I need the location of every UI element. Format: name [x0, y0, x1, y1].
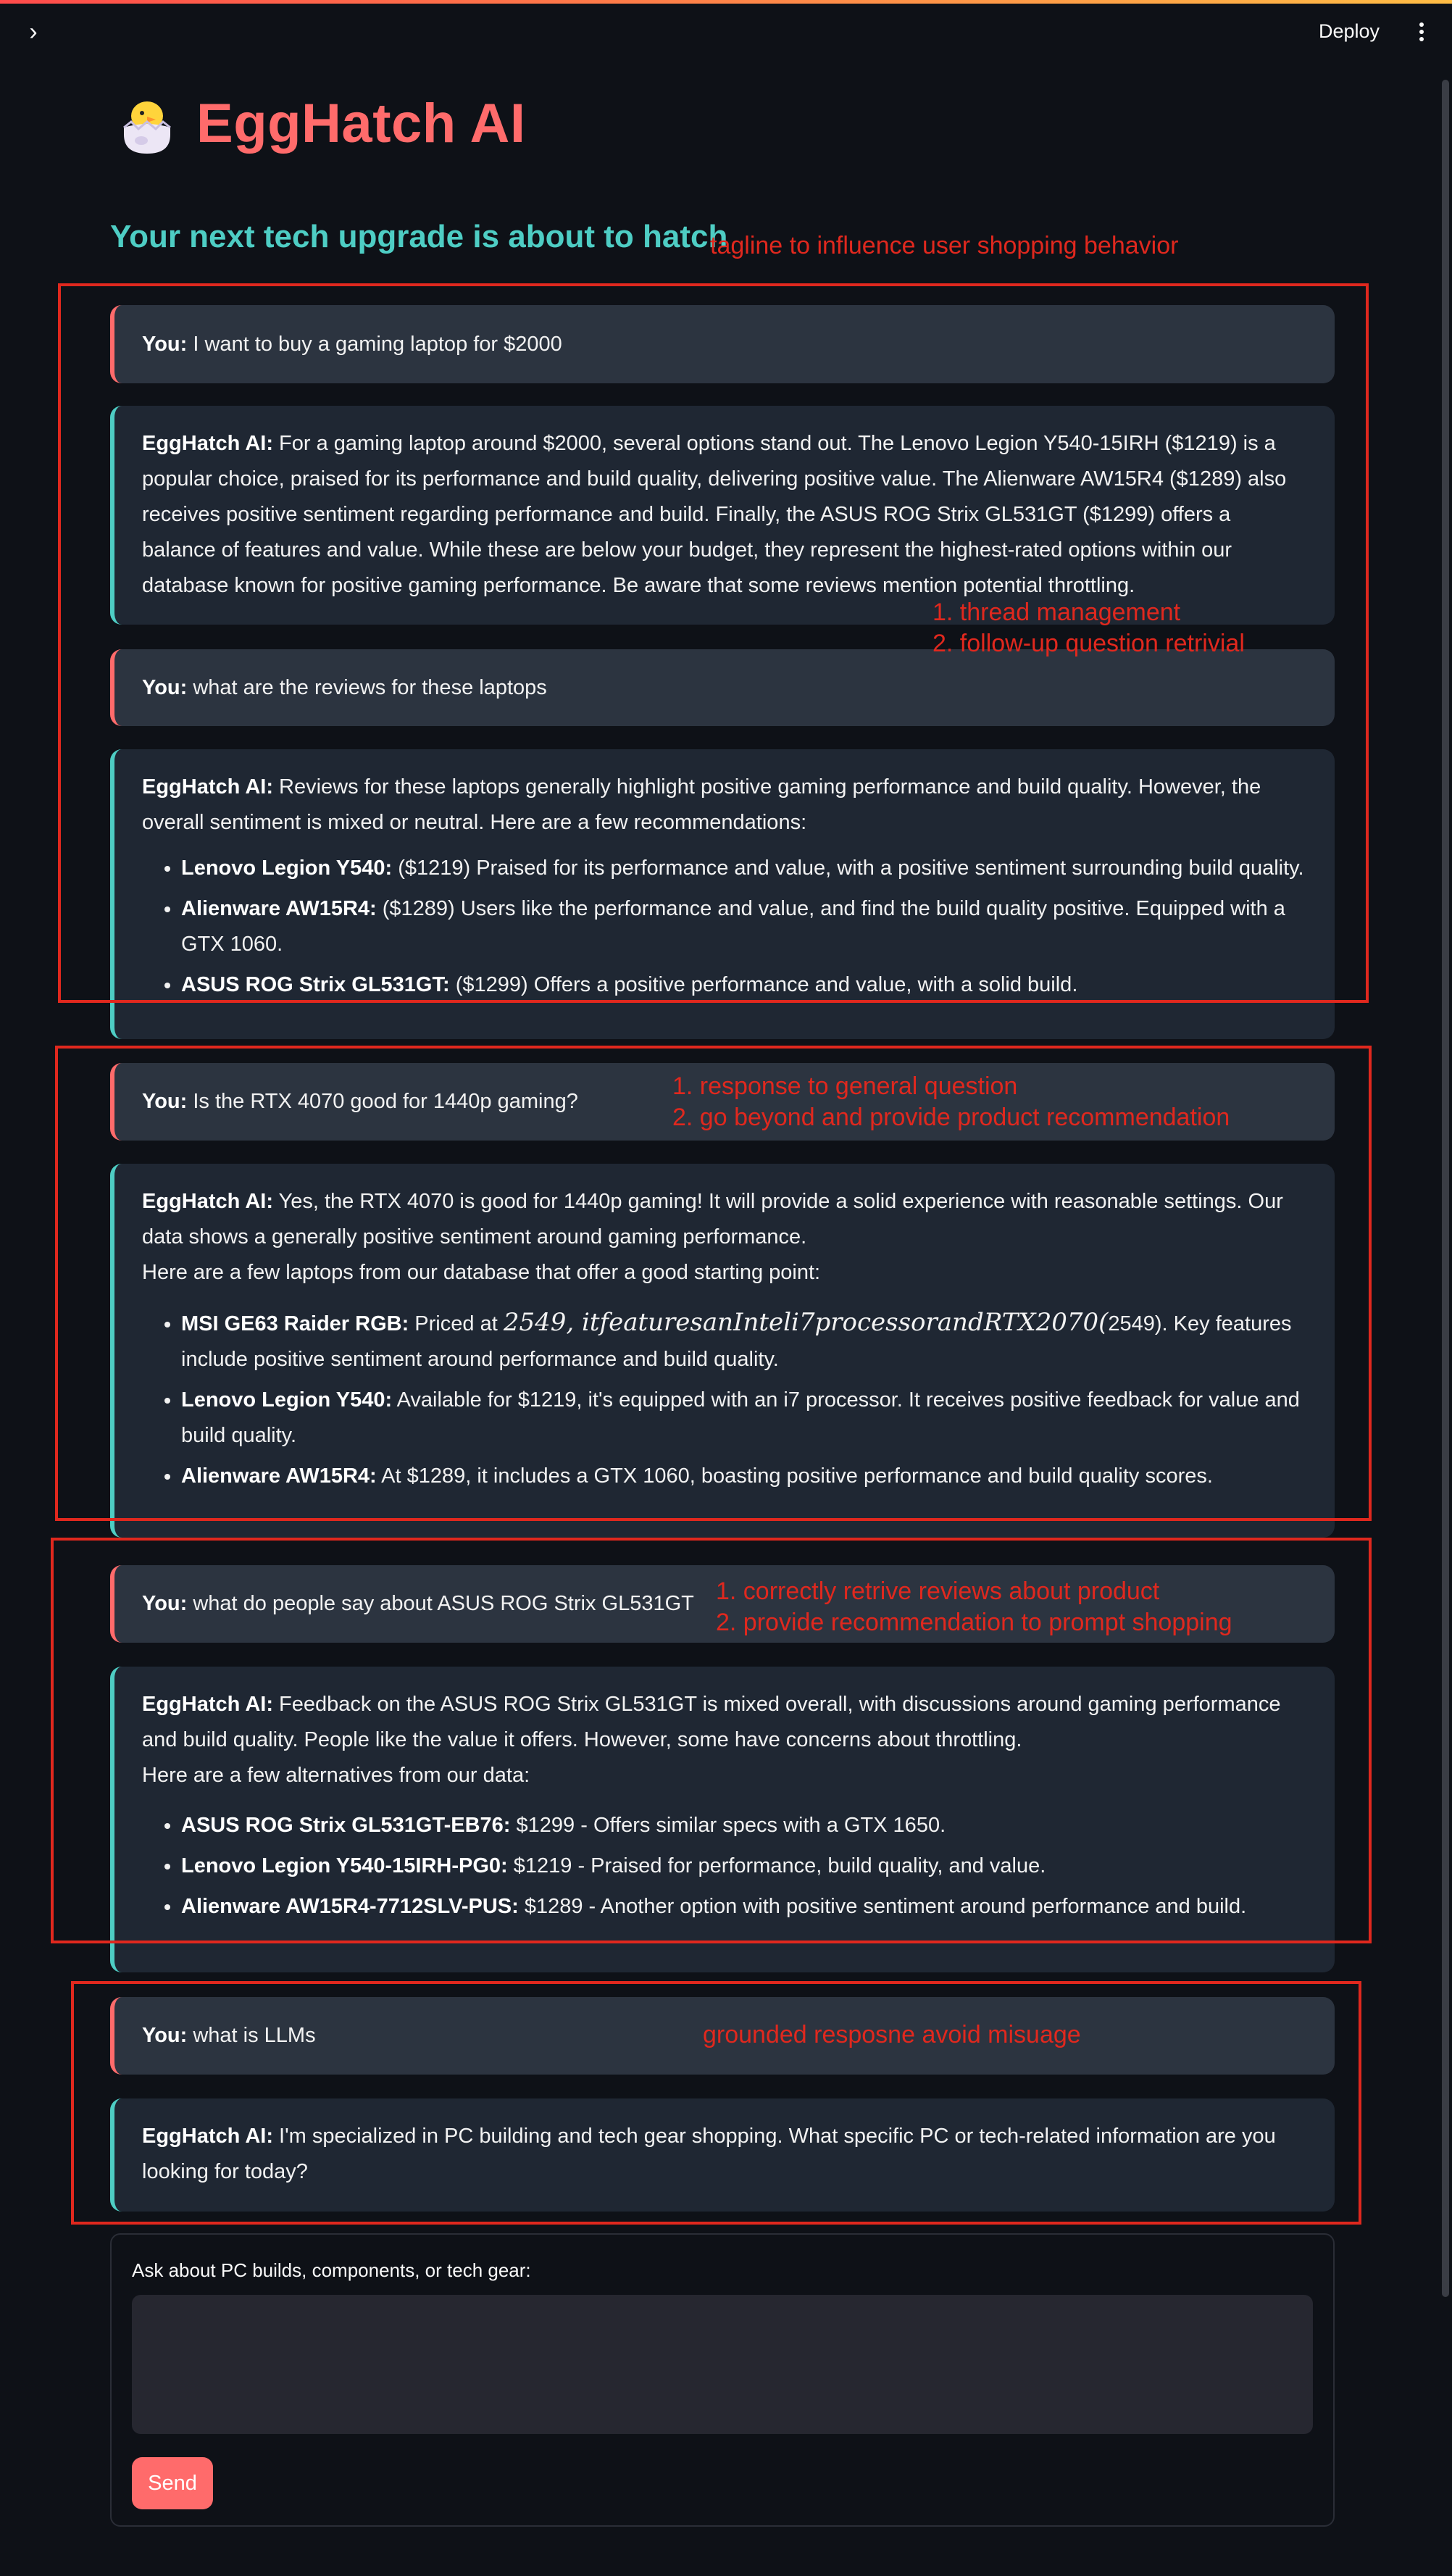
top-decoration-bar	[0, 0, 1452, 4]
annotation-note-2-line2: 2. go beyond and provide product recomme…	[672, 1104, 1230, 1131]
sidebar-toggle-chevron-icon[interactable]: ›	[20, 19, 46, 45]
chat-input-form: Ask about PC builds, components, or tech…	[110, 2233, 1335, 2527]
page-scrollbar[interactable]	[1442, 80, 1449, 2297]
annotation-note-3-line1: 1. correctly retrive reviews about produ…	[716, 1577, 1160, 1605]
chat-input-label: Ask about PC builds, components, or tech…	[132, 2259, 531, 2281]
app-header: EggHatch AI	[118, 86, 526, 162]
annotation-note-4: grounded resposne avoid misuage	[703, 2021, 1081, 2048]
annotation-tagline-note: tagline to influence user shopping behav…	[710, 232, 1179, 259]
annotation-box-3	[51, 1538, 1372, 1943]
annotation-note-1-line2: 2. follow-up question retrivial	[932, 630, 1245, 657]
app-title: EggHatch AI	[196, 93, 526, 154]
annotation-note-2-line1: 1. response to general question	[672, 1072, 1018, 1100]
hatching-chick-icon	[118, 91, 176, 157]
chat-input-textarea[interactable]	[132, 2295, 1313, 2434]
annotation-box-4	[71, 1981, 1361, 2225]
deploy-button[interactable]: Deploy	[1319, 20, 1380, 43]
annotation-note-3-line2: 2. provide recommendation to prompt shop…	[716, 1609, 1232, 1636]
main-menu-kebab-icon[interactable]	[1413, 20, 1430, 45]
annotation-note-1-line1: 1. thread management	[932, 599, 1181, 626]
send-button[interactable]: Send	[132, 2457, 213, 2509]
app-tagline: Your next tech upgrade is about to hatch	[110, 219, 728, 254]
